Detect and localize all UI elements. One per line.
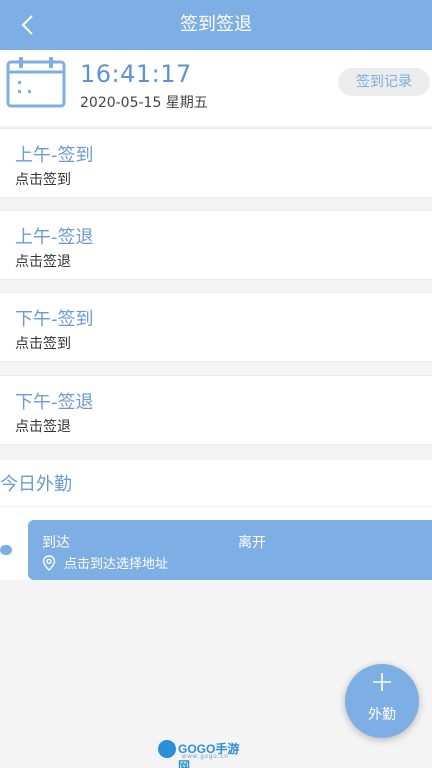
watermark-circle: [158, 740, 176, 758]
app-header: 签到签退: [0, 0, 432, 50]
timeline-dot: [0, 545, 12, 555]
add-field-work-button[interactable]: 外勤: [345, 664, 419, 738]
punch-action: 点击签退: [15, 254, 71, 270]
time-card: 16:41:17 2020-05-15 星期五 签到记录: [0, 50, 432, 126]
punch-card-pm-checkin[interactable]: 下午-签到 点击签到: [0, 292, 432, 362]
punch-action: 点击签退: [15, 419, 71, 435]
divider: [0, 506, 432, 507]
punch-title: 上午-签到: [15, 145, 94, 166]
watermark-domain: www.gogo.cn: [182, 754, 229, 760]
plus-icon: [373, 673, 391, 691]
checkin-records-button[interactable]: 签到记录: [338, 68, 430, 96]
punch-card-am-checkout[interactable]: 上午-签退 点击签退: [0, 210, 432, 280]
punch-action: 点击签到: [15, 336, 71, 352]
punch-action: 点击签到: [15, 172, 71, 188]
punch-card-pm-checkout[interactable]: 下午-签退 点击签退: [0, 375, 432, 445]
current-date: 2020-05-15 星期五: [80, 95, 208, 111]
field-work-section: 今日外勤 到达 离开 点击到达选择地址: [0, 460, 432, 580]
punch-title: 上午-签退: [15, 227, 94, 248]
punch-title: 下午-签退: [15, 392, 94, 413]
leave-label: 离开: [238, 535, 266, 551]
calendar-icon: [6, 57, 66, 108]
fab-label: 外勤: [368, 707, 396, 723]
select-address-link[interactable]: 点击到达选择地址: [64, 553, 168, 572]
punch-title: 下午-签到: [15, 309, 94, 330]
map-pin-icon: [42, 555, 56, 571]
page-title: 签到签退: [180, 14, 252, 35]
punch-card-am-checkin[interactable]: 上午-签到 点击签到: [0, 128, 432, 198]
arrive-label: 到达: [42, 535, 70, 551]
current-time: 16:41:17: [80, 60, 192, 88]
watermark-logo: GOGO手游网 www.gogo.cn: [158, 738, 242, 768]
field-work-title: 今日外勤: [0, 474, 72, 495]
field-work-card[interactable]: 到达 离开 点击到达选择地址: [28, 520, 432, 580]
